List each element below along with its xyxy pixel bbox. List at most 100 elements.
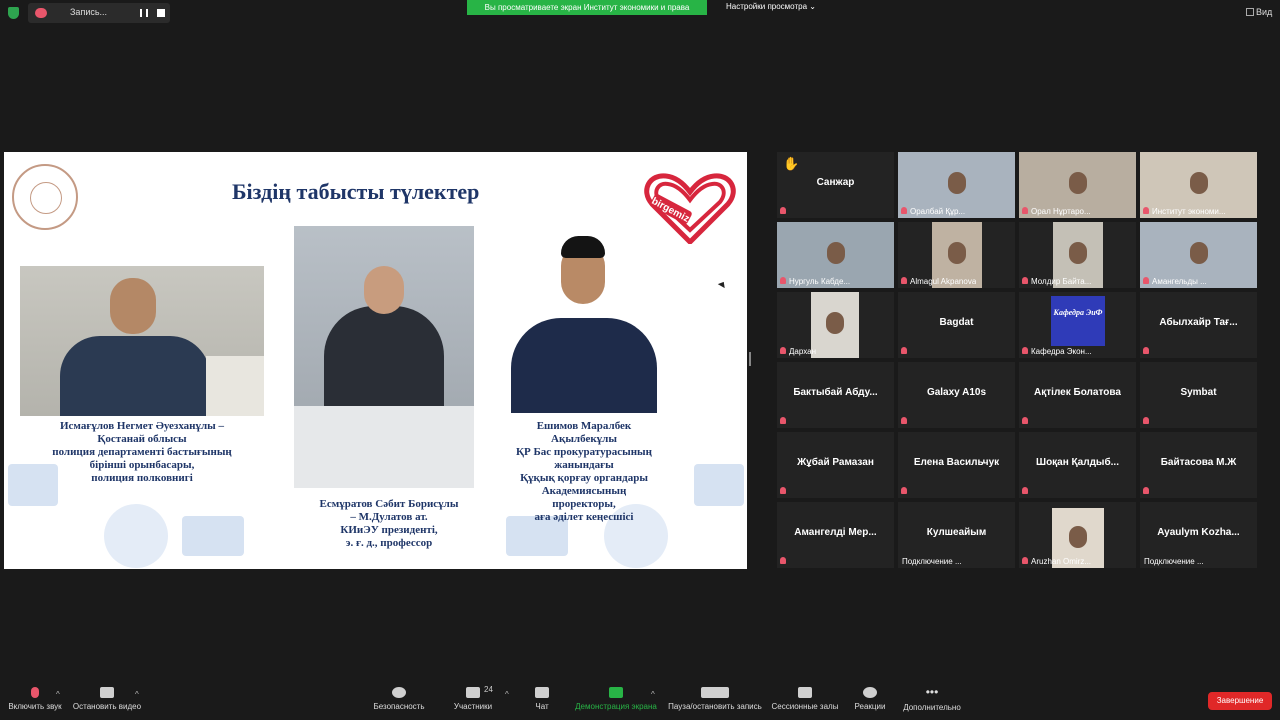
reactions-button[interactable]: Реакции: [852, 683, 888, 711]
video-options-chevron-icon[interactable]: ^: [135, 690, 139, 699]
decor-shape: [694, 464, 744, 506]
participant-video: Кафедра ЭиФ: [1051, 296, 1105, 346]
breakout-rooms-icon: [798, 687, 812, 698]
participant-tile[interactable]: Дархан: [777, 292, 894, 358]
shield-icon: [392, 687, 406, 698]
participant-label: Almagul Akpanova: [910, 277, 977, 286]
participant-label: Молдир Байта...: [1031, 277, 1092, 286]
raised-hand-icon: ✋: [783, 156, 800, 171]
muted-mic-icon: [1022, 557, 1028, 564]
caption-line: КИиЭУ президенті,: [340, 524, 438, 536]
panel-splitter-handle[interactable]: [749, 352, 751, 366]
decor-figure: [104, 504, 168, 568]
pause-stop-recording-button[interactable]: Пауза/остановить запись: [666, 683, 764, 711]
muted-mic-icon: [1022, 417, 1028, 424]
participant-tile[interactable]: Байтасова М.Ж: [1140, 432, 1257, 498]
participant-silhouette: [948, 241, 966, 264]
breakout-rooms-button[interactable]: Сессионные залы: [770, 683, 840, 711]
participant-tile[interactable]: Орал Нұртаро...: [1019, 152, 1136, 218]
participant-tile[interactable]: Бактыбай Абду...: [777, 362, 894, 428]
recording-indicator: Запись...: [28, 3, 170, 23]
muted-mic-icon: [1022, 277, 1028, 284]
participant-tile[interactable]: Амангельды ...: [1140, 222, 1257, 288]
connection-status: Подключение ...: [902, 557, 962, 566]
caption-line: – М.Дулатов ат.: [350, 511, 428, 523]
participant-name: Бактыбай Абду...: [793, 387, 878, 398]
participant-tile[interactable]: Жұбай Рамазан: [777, 432, 894, 498]
participant-tile[interactable]: Almagul Akpanova: [898, 222, 1015, 288]
participant-tile[interactable]: Кулшеайым Подключение ...: [898, 502, 1015, 568]
participant-name: Санжар: [816, 177, 855, 188]
muted-mic-icon: [780, 207, 786, 214]
audio-options-chevron-icon[interactable]: ^: [56, 690, 60, 699]
share-screen-button[interactable]: Демонстрация экрана: [572, 683, 660, 711]
participants-options-chevron-icon[interactable]: ^: [505, 690, 509, 699]
caption-line: Ешимов Маралбек: [536, 420, 632, 432]
pause-recording-label: Пауза/остановить запись: [668, 702, 762, 711]
decor-shape: [182, 516, 244, 556]
participant-tile[interactable]: Нургуль Кабде...: [777, 222, 894, 288]
video-camera-icon: [100, 687, 114, 698]
participant-tile[interactable]: Оралбай Құр...: [898, 152, 1015, 218]
shared-screen[interactable]: Біздің табысты түлектер birgemiz Исмағұл…: [4, 152, 747, 569]
participant-name: Шоқан Қалдыб...: [1036, 457, 1119, 468]
participant-name: Елена Васильчук: [913, 457, 1000, 468]
participant-tile[interactable]: Институт экономи...: [1140, 152, 1257, 218]
participant-silhouette: [1189, 171, 1208, 194]
caption-line: аға әділет кеңесшісі: [534, 511, 634, 523]
participant-video: [811, 292, 859, 358]
participant-silhouette: [1189, 241, 1208, 264]
top-bar: Запись... Вы просматриваете экран Инстит…: [0, 0, 1280, 26]
participant-tile[interactable]: Елена Васильчук: [898, 432, 1015, 498]
participant-tile[interactable]: Амангелді Мер...: [777, 502, 894, 568]
share-options-chevron-icon[interactable]: ^: [651, 690, 655, 699]
participants-icon: [466, 687, 480, 698]
stop-recording-icon[interactable]: [157, 9, 165, 17]
participant-label: Нургуль Кабде...: [789, 277, 851, 286]
end-meeting-button[interactable]: Завершение: [1208, 692, 1272, 710]
muted-mic-icon: [901, 347, 907, 354]
participant-name: Жұбай Рамазан: [797, 457, 874, 468]
more-button[interactable]: ••• Дополнительно: [900, 683, 964, 712]
participant-tile[interactable]: Bagdat: [898, 292, 1015, 358]
participant-tile[interactable]: Санжар ✋: [777, 152, 894, 218]
participant-silhouette: [1069, 241, 1087, 264]
participant-tile[interactable]: Galaxy A10s: [898, 362, 1015, 428]
chat-button[interactable]: Чат: [528, 683, 556, 711]
department-logo-text: Кафедра ЭиФ: [1053, 308, 1103, 317]
participant-label: Оралбай Құр...: [910, 207, 966, 216]
participant-name: Galaxy A10s: [926, 387, 987, 398]
grid-view-icon[interactable]: [1246, 8, 1254, 16]
chevron-down-icon: ⌄: [809, 2, 816, 11]
mic-off-icon: [31, 687, 39, 698]
participant-tile[interactable]: Aruzhan Omirz...: [1019, 502, 1136, 568]
view-button-label[interactable]: Вид: [1256, 7, 1272, 17]
cloud-record-icon: [35, 8, 47, 18]
participant-silhouette: [1068, 171, 1087, 194]
graduate-photo-1: [20, 266, 264, 416]
view-options-button[interactable]: Настройки просмотра ⌄: [726, 2, 816, 11]
muted-mic-icon: [1022, 207, 1028, 214]
participant-silhouette: [947, 171, 966, 194]
security-button[interactable]: Безопасность: [370, 683, 428, 711]
participant-tile[interactable]: Symbat: [1140, 362, 1257, 428]
caption-line: Исмағұлов Негмет Әуезханұлы –: [59, 420, 225, 432]
muted-mic-icon: [1022, 487, 1028, 494]
participant-tile[interactable]: Кафедра ЭиФ Кафедра Экон...: [1019, 292, 1136, 358]
pause-recording-icon[interactable]: [140, 9, 148, 17]
stop-video-label: Остановить видео: [72, 702, 142, 711]
participant-tile[interactable]: Шоқан Қалдыб...: [1019, 432, 1136, 498]
caption-line: Ақылбекұлы: [551, 433, 617, 445]
chat-label: Чат: [535, 702, 549, 711]
participant-tile[interactable]: Абылхайр Тағ...: [1140, 292, 1257, 358]
muted-mic-icon: [1022, 347, 1028, 354]
participant-tile[interactable]: Ayaulym Kozha... Подключение ...: [1140, 502, 1257, 568]
muted-mic-icon: [901, 417, 907, 424]
participant-tile[interactable]: Ақтілек Болатова: [1019, 362, 1136, 428]
participant-silhouette: [1069, 526, 1087, 548]
security-shield-icon[interactable]: [8, 7, 19, 19]
participant-tile[interactable]: Молдир Байта...: [1019, 222, 1136, 288]
stop-video-button[interactable]: Остановить видео: [70, 683, 144, 711]
muted-mic-icon: [1143, 417, 1149, 424]
caption-line: Академиясының: [541, 485, 627, 497]
